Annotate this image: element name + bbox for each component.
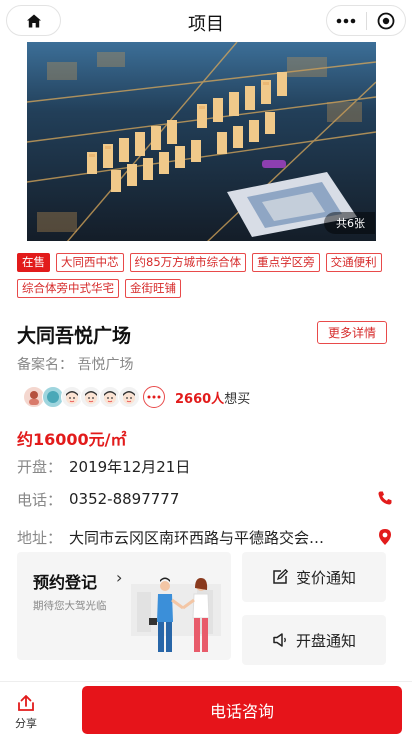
gallery-count-badge[interactable]: 共6张	[324, 212, 375, 234]
opening-notice-label: 开盘通知	[295, 631, 356, 650]
handshake-illustration	[131, 577, 221, 652]
record-label: 备案名：	[17, 357, 73, 373]
tag: 综合体旁中式华宅	[17, 279, 119, 298]
phone-row[interactable]: 电话： 0352-8897777	[17, 488, 397, 510]
speaker-icon	[273, 633, 286, 647]
price-change-notice-label: 变价通知	[295, 568, 356, 587]
tag-list: 在售 大同西中芯 约85万方城市综合体 重点学区旁 交通便利 综合体旁中式华宅 …	[17, 253, 397, 298]
share-icon	[18, 695, 34, 711]
avatar	[118, 386, 140, 408]
mini-program-capsule	[326, 5, 406, 36]
phone-value: 0352-8897777	[69, 490, 180, 508]
opening-date-label: 开盘：	[17, 457, 63, 476]
record-value: 吾悦广场	[77, 357, 134, 373]
tag: 约85万方城市综合体	[129, 253, 247, 272]
more-details-button[interactable]: 更多详情	[317, 321, 387, 344]
top-bar: 项目	[0, 0, 412, 42]
tag: 大同西中芯	[56, 253, 124, 272]
share-label: 分享	[15, 717, 37, 730]
edit-icon	[273, 569, 288, 584]
project-hero-image[interactable]: 共6张	[27, 42, 376, 242]
project-name: 大同吾悦广场	[17, 325, 132, 347]
interested-users[interactable]: 2660人想买	[23, 386, 250, 408]
reservation-card[interactable]: 预约登记 › 期待您大驾光临	[17, 552, 231, 660]
record-name: 备案名： 吾悦广场	[17, 354, 133, 374]
close-miniprogram-button[interactable]	[367, 6, 406, 35]
want-to-buy-count: 2660人想买	[175, 391, 251, 407]
opening-date-value: 2019年12月21日	[69, 457, 191, 476]
more-dots-icon	[336, 18, 356, 23]
address-value: 大同市云冈区南环西路与平德路交会…	[69, 528, 325, 547]
status-badge: 在售	[17, 253, 50, 272]
reservation-subtitle: 期待您大驾光临	[33, 600, 107, 612]
share-button[interactable]: 分享	[12, 694, 40, 731]
opening-notice-button[interactable]: 开盘通知	[242, 615, 386, 665]
tag: 重点学区旁	[252, 253, 320, 272]
opening-date-row: 开盘： 2019年12月21日	[17, 455, 397, 477]
tag: 交通便利	[325, 253, 382, 272]
average-price: 约16000元/㎡	[17, 430, 127, 449]
phone-consult-button[interactable]: 电话咨询	[82, 686, 402, 734]
more-users-icon[interactable]	[143, 386, 165, 408]
location-pin-icon[interactable]	[377, 528, 393, 550]
address-row[interactable]: 地址： 大同市云冈区南环西路与平德路交会…	[17, 526, 397, 548]
phone-label: 电话：	[17, 490, 63, 509]
reservation-title: 预约登记	[33, 573, 98, 592]
project-info-card: 在售 大同西中芯 约85万方城市综合体 重点学区旁 交通便利 综合体旁中式华宅 …	[7, 241, 401, 681]
tag: 金街旺铺	[125, 279, 181, 298]
chevron-right-icon: ›	[116, 568, 123, 587]
address-label: 地址：	[17, 528, 63, 547]
more-menu-button[interactable]	[327, 6, 366, 35]
bottom-action-bar: 分享 电话咨询	[0, 681, 412, 740]
target-icon	[377, 12, 395, 29]
price-change-notice-button[interactable]: 变价通知	[242, 552, 386, 602]
phone-icon[interactable]	[377, 490, 393, 510]
